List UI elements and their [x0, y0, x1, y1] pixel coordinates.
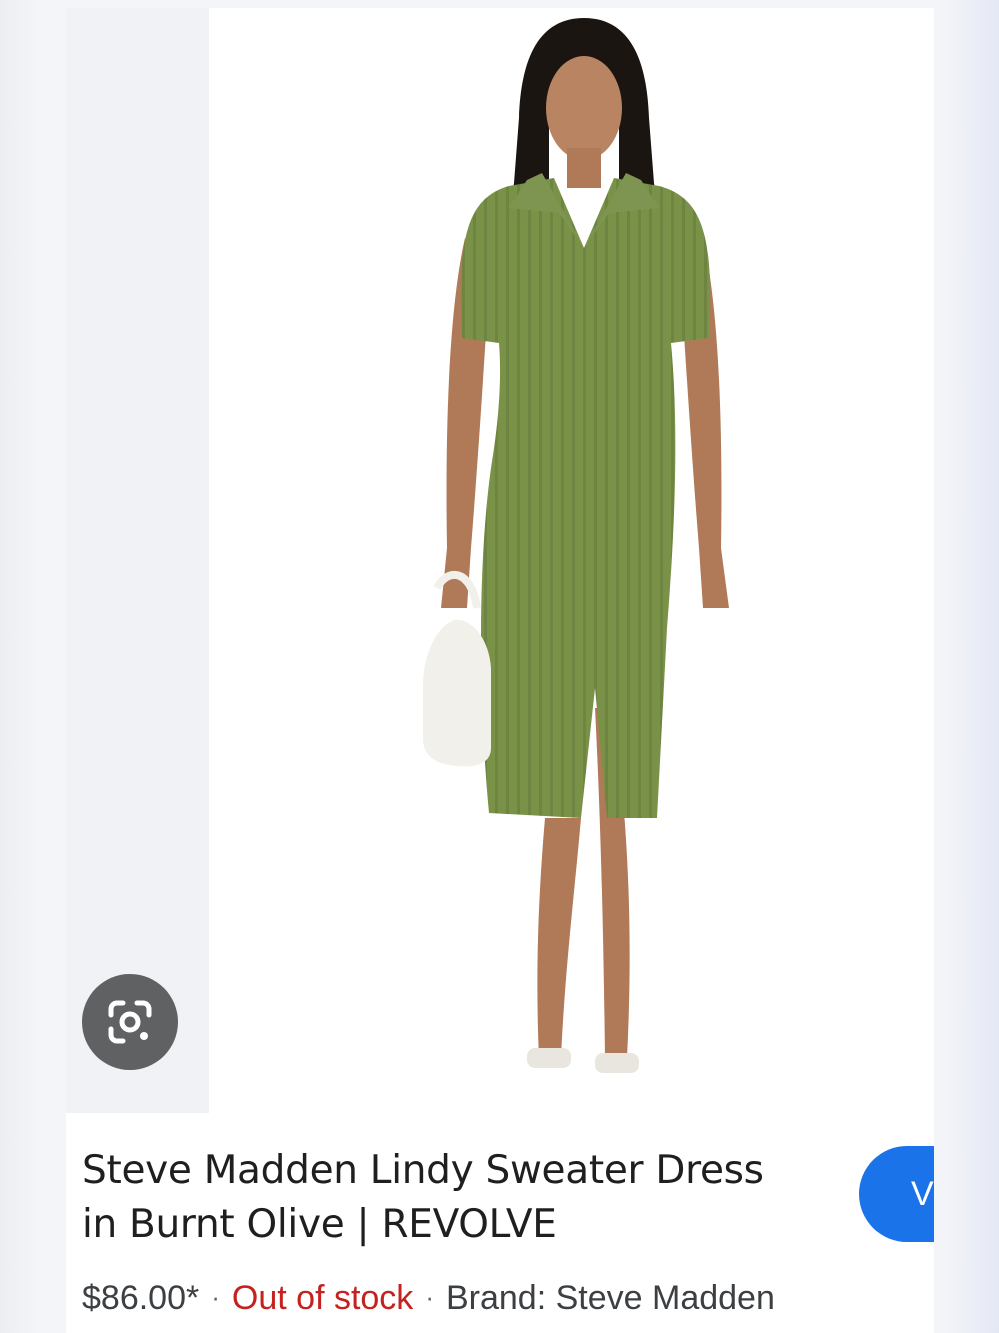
product-price: $86.00*: [82, 1279, 200, 1317]
product-title-line-2: in Burnt Olive | REVOLVE: [82, 1202, 557, 1247]
visit-button[interactable]: V: [859, 1146, 934, 1242]
meta-separator: ·: [425, 1282, 434, 1312]
google-lens-icon: [108, 1000, 152, 1044]
lens-search-button[interactable]: [82, 974, 178, 1070]
meta-separator: ·: [211, 1282, 220, 1312]
image-gallery-strip: [66, 8, 209, 1113]
product-title[interactable]: Steve Madden Lindy Sweater Dress in Burn…: [82, 1144, 822, 1252]
dress-model-illustration: [423, 18, 729, 1073]
stock-status: Out of stock: [231, 1279, 414, 1317]
product-title-line-1: Steve Madden Lindy Sweater Dress: [82, 1148, 764, 1193]
product-image[interactable]: [209, 8, 934, 1113]
result-card: Steve Madden Lindy Sweater Dress in Burn…: [66, 8, 934, 1333]
product-meta: $86.00* · Out of stock · Brand: Steve Madden: [82, 1273, 775, 1322]
page: Steve Madden Lindy Sweater Dress in Burn…: [0, 0, 999, 1333]
product-brand: Brand: Steve Madden: [445, 1279, 775, 1317]
